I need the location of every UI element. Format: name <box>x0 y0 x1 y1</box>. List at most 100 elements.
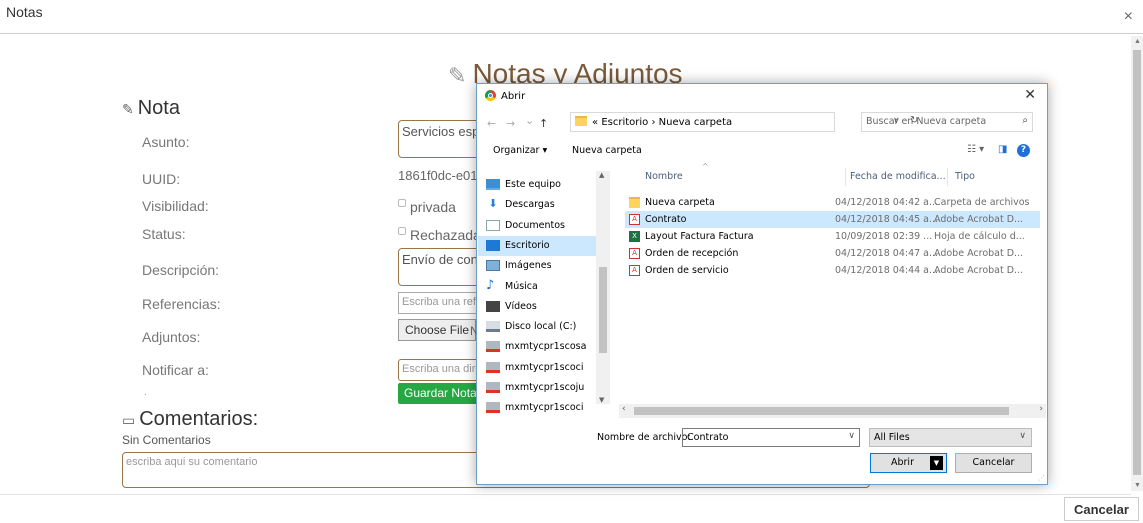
nav-item-label: Escritorio <box>505 240 550 251</box>
abrir-label: Abrir <box>891 457 914 468</box>
nav-item[interactable]: mxmtycpr1scoju <box>478 378 596 398</box>
page-scroll-thumb[interactable] <box>1133 50 1141 475</box>
nav-item[interactable]: Imágenes <box>478 256 596 276</box>
resize-grip-icon[interactable]: ⋰ <box>1038 474 1045 482</box>
nav-item[interactable]: ⬇ Descargas <box>478 195 596 215</box>
nav-item-label: mxmtycpr1scosa <box>505 341 587 352</box>
dialog-cancel-button[interactable]: Cancelar <box>955 453 1032 473</box>
privada-checkbox[interactable] <box>398 199 406 207</box>
nav-pane-scrollbar[interactable]: ▲ ▼ <box>596 171 610 404</box>
notificar-label: Notificar a: <box>142 362 209 378</box>
organizar-menu[interactable]: Organizar ▾ <box>493 145 547 156</box>
referencias-input[interactable]: Escriba una refe <box>398 292 488 314</box>
asunto-input[interactable]: Servicios espe <box>398 120 488 158</box>
search-placeholder: Buscar en Nueva carpeta <box>866 116 987 127</box>
descripcion-textarea[interactable]: Envío de contr <box>398 248 488 286</box>
scroll-up-icon[interactable]: ▲ <box>1134 38 1141 45</box>
page-scrollbar[interactable]: ▲ ▼ <box>1131 36 1143 491</box>
sin-comentarios-text: Sin Comentarios <box>122 433 211 447</box>
nav-item[interactable]: Documentos <box>478 216 596 236</box>
up-folder-icon[interactable]: ↑ <box>539 117 548 130</box>
nav-item[interactable]: Este equipo <box>478 175 596 195</box>
view-options-icon[interactable]: ☷ ▾ <box>967 144 984 155</box>
hscroll-thumb[interactable] <box>634 407 1009 415</box>
dialog-close-icon[interactable]: ✕ <box>1024 87 1036 103</box>
nav-net-icon <box>486 341 500 352</box>
dialog-title-text: Abrir <box>501 91 526 102</box>
nav-item[interactable]: Vídeos <box>478 297 596 317</box>
preview-pane-icon[interactable]: ◨ <box>998 144 1007 155</box>
guardar-nota-button[interactable]: Guardar Nota <box>398 383 483 404</box>
filename-input[interactable]: Contrato ∨ <box>682 428 860 447</box>
nav-item-label: Vídeos <box>505 301 537 312</box>
nav-item-label: mxmtycpr1scoci <box>505 362 584 373</box>
file-row[interactable]: Nueva carpeta 04/12/2018 04:42 a... Carpet… <box>625 194 1040 211</box>
nav-scroll-thumb[interactable] <box>599 267 607 353</box>
search-icon: ⌕ <box>1022 115 1028 126</box>
nav-disk-icon <box>486 321 500 332</box>
column-header-date[interactable]: Fecha de modifica... <box>850 171 946 182</box>
notificar-placeholder: Escriba una dire <box>402 363 482 375</box>
nav-item[interactable]: Escritorio <box>478 236 596 256</box>
abrir-dropdown-icon[interactable]: ▼ <box>930 456 943 470</box>
recent-locations-icon[interactable]: ⌄ <box>525 114 534 127</box>
column-header-type[interactable]: Tipo <box>955 171 975 182</box>
scroll-right-icon[interactable]: › <box>1039 404 1043 414</box>
descripcion-label: Descripción: <box>142 262 220 278</box>
status-rechazada-option[interactable]: Rechazada <box>398 227 480 243</box>
search-input[interactable]: Buscar en Nueva carpeta ⌕ <box>861 112 1033 132</box>
scroll-down-icon[interactable]: ▼ <box>1134 482 1141 489</box>
nueva-carpeta-button[interactable]: Nueva carpeta <box>572 145 642 156</box>
chevron-down-icon[interactable]: ∨ <box>848 431 855 441</box>
visibilidad-privada-option[interactable]: privada <box>398 199 480 215</box>
nav-scroll-up-icon[interactable]: ▲ <box>599 171 604 179</box>
column-header-name[interactable]: Nombre <box>645 171 683 182</box>
nav-item-label: Disco local (C:) <box>505 321 577 332</box>
file-list-hscrollbar[interactable]: ‹ › <box>619 404 1046 418</box>
file-row[interactable]: A Orden de recepción 04/12/2018 04:47 a...… <box>625 245 1040 262</box>
navigation-pane: Este equipo ⬇ Descargas Documentos Escritori… <box>478 171 611 423</box>
visibilidad-label: Visibilidad: <box>142 198 209 214</box>
pdf-file-icon: A <box>629 265 640 276</box>
back-icon[interactable]: ← <box>487 117 496 130</box>
pdf-file-icon: A <box>629 214 640 225</box>
uuid-label: UUID: <box>142 171 181 187</box>
filename-value: Contrato <box>687 432 729 443</box>
nav-doc-icon <box>486 220 500 231</box>
scroll-left-icon[interactable]: ‹ <box>622 404 626 414</box>
uuid-value: 1861f0dc-e015 <box>398 168 480 183</box>
forward-icon[interactable]: → <box>506 117 515 130</box>
rechazada-label: Rechazada <box>410 227 480 243</box>
file-row[interactable]: X Layout Factura Factura 10/09/2018 02:39 … <box>625 228 1040 245</box>
file-row[interactable]: A Contrato 04/12/2018 04:45 a... Adobe Acro… <box>625 211 1040 228</box>
breadcrumb-nueva-carpeta[interactable]: Nueva carpeta <box>659 117 732 128</box>
close-icon[interactable]: × <box>1124 8 1133 26</box>
filetype-select[interactable]: All Files ∨ <box>869 428 1032 447</box>
file-date: 04/12/2018 04:42 a... <box>835 197 939 208</box>
rechazada-checkbox[interactable] <box>398 227 406 235</box>
notificar-input[interactable]: Escriba una dire <box>398 359 488 381</box>
footer-divider <box>0 494 1131 495</box>
dialog-title: Abrir <box>485 90 525 102</box>
nav-item[interactable]: mxmtycpr1scosa <box>478 337 596 357</box>
abrir-button[interactable]: Abrir ▼ <box>870 453 947 473</box>
file-date: 04/12/2018 04:44 a... <box>835 265 939 276</box>
cancel-button[interactable]: Cancelar <box>1064 497 1139 521</box>
nav-item[interactable]: mxmtycpr1scoci <box>478 398 596 418</box>
nav-pc-icon <box>486 179 500 190</box>
nav-item[interactable]: mxmtycpr1scoci <box>478 358 596 378</box>
folder-icon <box>575 116 587 126</box>
status-label: Status: <box>142 226 186 242</box>
file-type: Adobe Acrobat D... <box>934 265 1024 276</box>
nav-item[interactable]: ♪ Música <box>478 277 596 297</box>
file-row[interactable]: A Orden de servicio 04/12/2018 04:44 a... A… <box>625 262 1040 279</box>
breadcrumb-escritorio[interactable]: Escritorio <box>601 117 648 128</box>
modal-header: Notas × <box>0 0 1143 34</box>
address-bar[interactable]: « Escritorio › Nueva carpeta ∨ ↻ <box>570 112 918 132</box>
nav-scroll-down-icon[interactable]: ▼ <box>599 396 604 404</box>
nav-item[interactable]: Disco local (C:) <box>478 317 596 337</box>
asunto-value: Servicios espe <box>402 124 487 139</box>
choose-file-button[interactable]: Choose File <box>398 319 477 341</box>
chrome-icon <box>485 90 496 101</box>
help-icon[interactable]: ? <box>1017 144 1030 157</box>
